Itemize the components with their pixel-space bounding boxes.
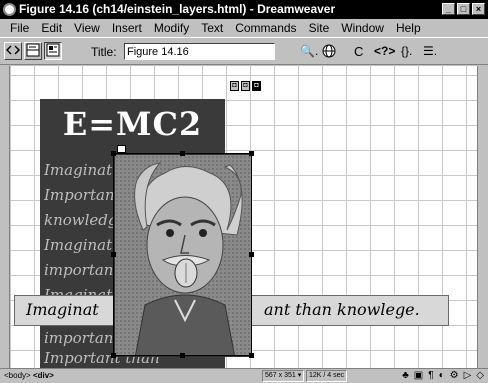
dreamweaver-app-icon[interactable] <box>3 3 16 16</box>
code-inspector-icon[interactable]: ◇ <box>476 370 484 382</box>
resize-handle-e[interactable] <box>249 252 254 257</box>
history-icon[interactable]: ▷ <box>464 370 472 382</box>
resize-handle-ne[interactable] <box>249 151 254 156</box>
layer-marker-icon[interactable]: ◘ <box>252 81 261 91</box>
menu-view[interactable]: View <box>68 19 106 37</box>
window-controls: _ □ × <box>442 3 485 15</box>
emc2-heading: E=MC2 <box>62 105 203 143</box>
resize-handle-se[interactable] <box>249 353 254 358</box>
close-button[interactable]: × <box>472 3 485 15</box>
html-styles-icon[interactable]: ¶ <box>428 370 433 382</box>
preview-in-browser-button[interactable] <box>322 44 338 61</box>
dreamweaver-window: Figure 14.16 (ch14/einstein_layers.html)… <box>0 0 488 383</box>
code-view-icon <box>5 45 21 55</box>
reference-button[interactable]: <?> <box>374 44 395 58</box>
menu-bar: File Edit View Insert Modify Text Comman… <box>0 19 488 37</box>
menu-file[interactable]: File <box>4 19 35 37</box>
menu-edit[interactable]: Edit <box>35 19 68 37</box>
menu-window[interactable]: Window <box>335 19 390 37</box>
maximize-button[interactable]: □ <box>457 3 470 15</box>
split-view-icon <box>26 43 40 57</box>
layer-selection-box <box>113 153 252 356</box>
layer-selection-tab[interactable] <box>117 145 126 153</box>
layer-marker-icon[interactable]: ◘ <box>230 81 239 91</box>
tag-div[interactable]: <div> <box>33 371 54 380</box>
emc-word: important <box>44 261 120 279</box>
assets-icon[interactable]: ▣ <box>414 370 423 382</box>
window-title: Figure 14.16 (ch14/einstein_layers.html)… <box>19 2 336 16</box>
left-gutter <box>0 66 9 368</box>
layer-marker-icon[interactable]: ◘ <box>241 81 250 91</box>
menu-site[interactable]: Site <box>303 19 336 37</box>
resize-handle-nw[interactable] <box>111 151 116 156</box>
window-size-selector[interactable]: 567 x 351 ▾ <box>262 370 305 382</box>
mini-launcher: ♣ ▣ ¶ ◐ ⚙ ▷ ◇ <box>402 370 484 382</box>
page-title-input[interactable] <box>124 43 275 60</box>
menu-text[interactable]: Text <box>195 19 229 37</box>
resize-handle-n[interactable] <box>180 151 185 156</box>
code-navigation-button[interactable]: {}. <box>401 44 412 58</box>
emc-word: Imaginat <box>44 236 113 254</box>
menu-commands[interactable]: Commands <box>229 19 302 37</box>
quote-text-left: Imaginat <box>26 300 99 319</box>
title-bar: Figure 14.16 (ch14/einstein_layers.html)… <box>0 0 488 19</box>
menu-insert[interactable]: Insert <box>106 19 148 37</box>
design-view-icon <box>46 43 60 57</box>
emc-word: Imaginat <box>44 161 113 179</box>
minimize-button[interactable]: _ <box>442 3 455 15</box>
menu-help[interactable]: Help <box>390 19 427 37</box>
quote-text-right: ant than knowlege. <box>264 300 420 319</box>
menu-modify[interactable]: Modify <box>148 19 195 37</box>
vertical-scrollbar[interactable] <box>477 66 488 368</box>
download-time: 12K / 4 sec <box>306 370 348 382</box>
resize-handle-s[interactable] <box>180 353 185 358</box>
globe-icon <box>322 44 336 58</box>
status-bar: <body> <div> 567 x 351 ▾ 12K / 4 sec ♣ ▣… <box>0 368 488 383</box>
split-view-button[interactable] <box>24 42 42 60</box>
layer-markers: ◘ ◘ ◘ <box>230 81 261 91</box>
emc-word: important <box>44 329 120 347</box>
behaviors-icon[interactable]: ⚙ <box>450 370 459 382</box>
code-view-button[interactable] <box>4 42 22 60</box>
resize-handle-sw[interactable] <box>111 353 116 358</box>
view-options-button[interactable]: ☰. <box>423 44 437 58</box>
design-view-button[interactable] <box>44 42 62 60</box>
refresh-design-button[interactable]: C <box>354 44 363 59</box>
css-styles-icon[interactable]: ◐ <box>439 370 445 382</box>
file-management-button[interactable]: 🔍. <box>300 44 318 58</box>
tag-body[interactable]: <body> <box>4 371 31 380</box>
document-toolbar: Title: 🔍. C <?> {}. ☰. <box>0 37 488 65</box>
design-canvas[interactable]: ◘ ◘ ◘ E=MC2 Imaginat Important knowledge… <box>9 66 477 368</box>
site-icon[interactable]: ♣ <box>402 370 409 382</box>
resize-handle-w[interactable] <box>111 252 116 257</box>
tag-selector: <body> <div> <box>4 369 54 383</box>
title-label: Title: <box>91 45 117 59</box>
emc-word: Important <box>44 186 121 204</box>
